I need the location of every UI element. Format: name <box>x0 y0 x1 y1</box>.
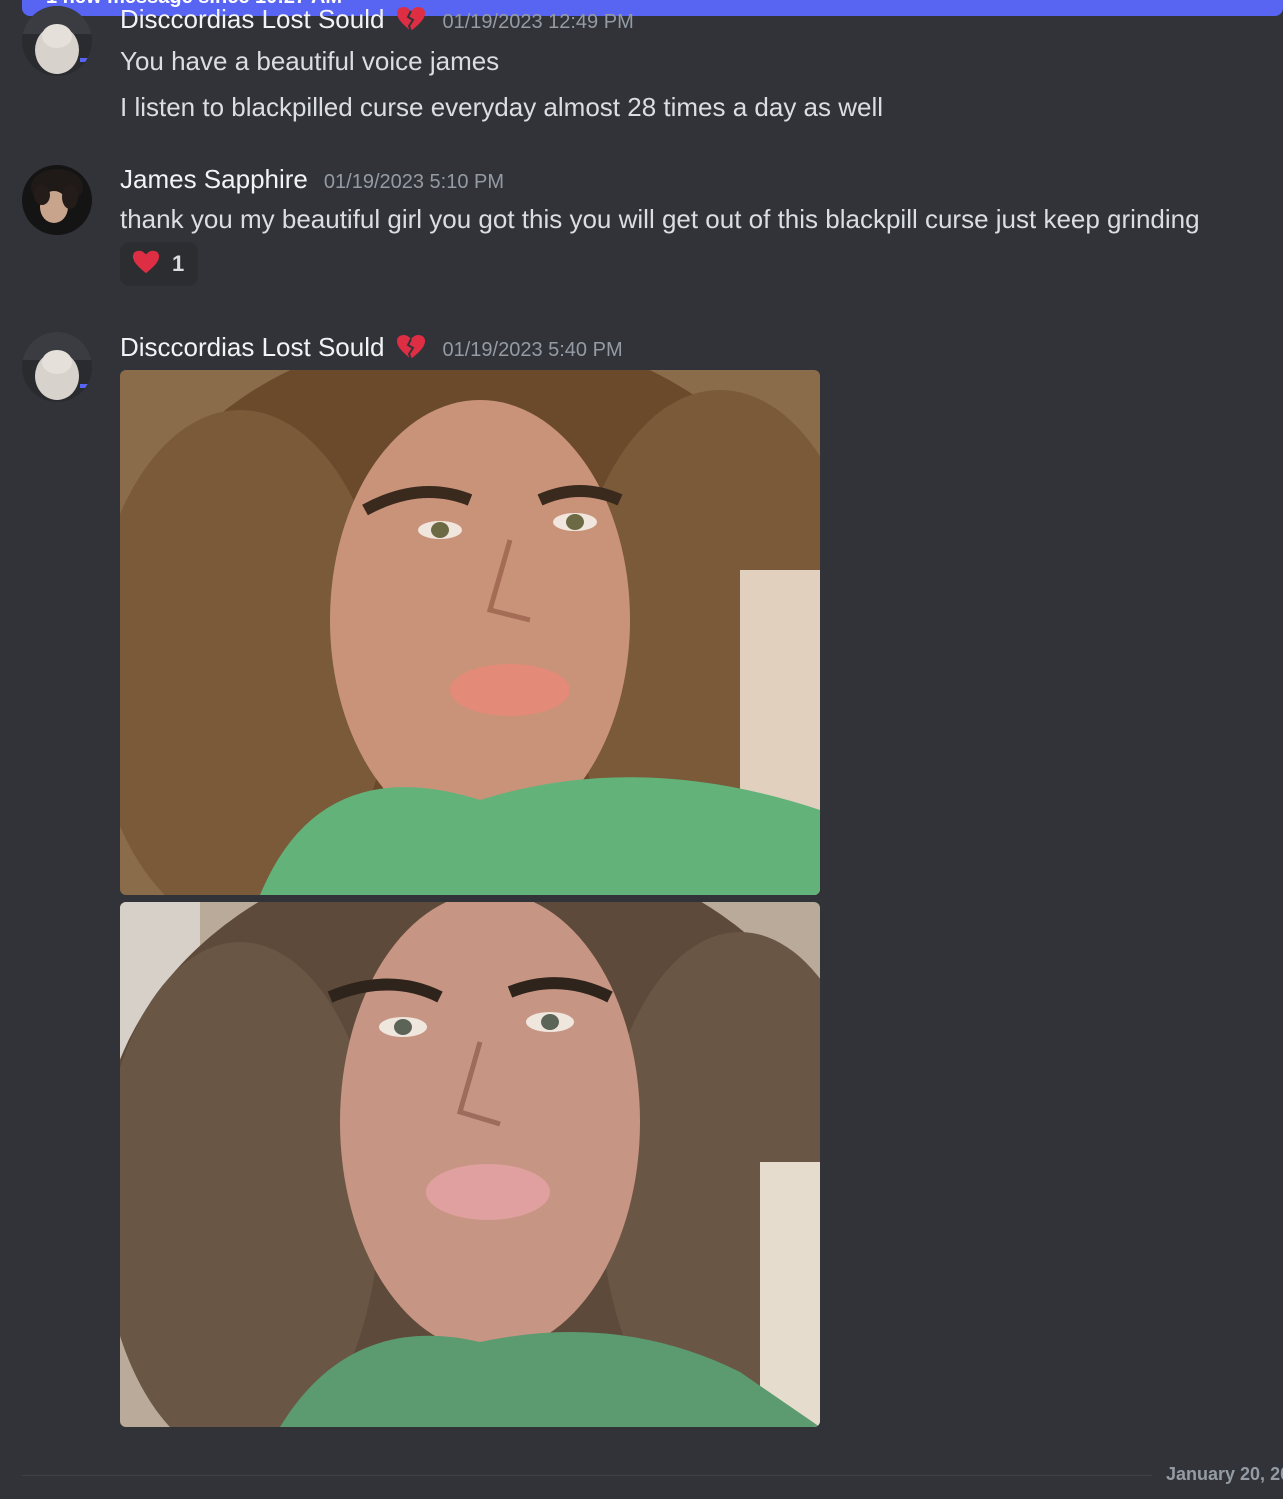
reaction-heart[interactable]: 1 <box>120 242 198 286</box>
image-attachment-1[interactable] <box>120 370 820 895</box>
timestamp: 01/19/2023 5:40 PM <box>442 339 623 361</box>
broken-heart-icon <box>396 334 426 360</box>
avatar[interactable] <box>22 332 92 402</box>
username[interactable]: Disccordias Lost Sould <box>120 4 384 35</box>
message-text: I listen to blackpilled curse everyday a… <box>120 92 884 122</box>
timestamp: 01/19/2023 5:10 PM <box>323 171 505 193</box>
message-text: thank you my beautiful girl you got this… <box>120 204 1200 234</box>
message-header: Disccordias Lost Sould 01/19/2023 12:49 … <box>120 2 634 35</box>
message-group-1: Disccordias Lost Sould 01/19/2023 12:49 … <box>0 0 1283 140</box>
red-heart-icon <box>132 249 160 280</box>
avatar[interactable] <box>22 165 92 235</box>
username[interactable]: James Sapphire <box>120 164 308 195</box>
message-header: Disccordias Lost Sould 01/19/2023 5:40 P… <box>120 330 623 363</box>
message-header: James Sapphire 01/19/2023 5:10 PM <box>120 164 504 195</box>
message-group-2: James Sapphire 01/19/2023 5:10 PM thank … <box>0 150 1283 300</box>
reaction-count: 1 <box>172 251 185 276</box>
message-text: You have a beautiful voice james <box>120 46 500 76</box>
date-divider-label: January 20, 2023 <box>1166 1464 1283 1484</box>
message-group-3: Disccordias Lost Sould 01/19/2023 5:40 P… <box>0 320 1283 1440</box>
username[interactable]: Disccordias Lost Sould <box>120 332 384 363</box>
timestamp: 01/19/2023 12:49 PM <box>442 11 634 33</box>
avatar[interactable] <box>22 6 92 76</box>
broken-heart-icon <box>396 6 426 32</box>
image-attachment-2[interactable] <box>120 902 820 1427</box>
date-divider-line <box>22 1475 1152 1476</box>
